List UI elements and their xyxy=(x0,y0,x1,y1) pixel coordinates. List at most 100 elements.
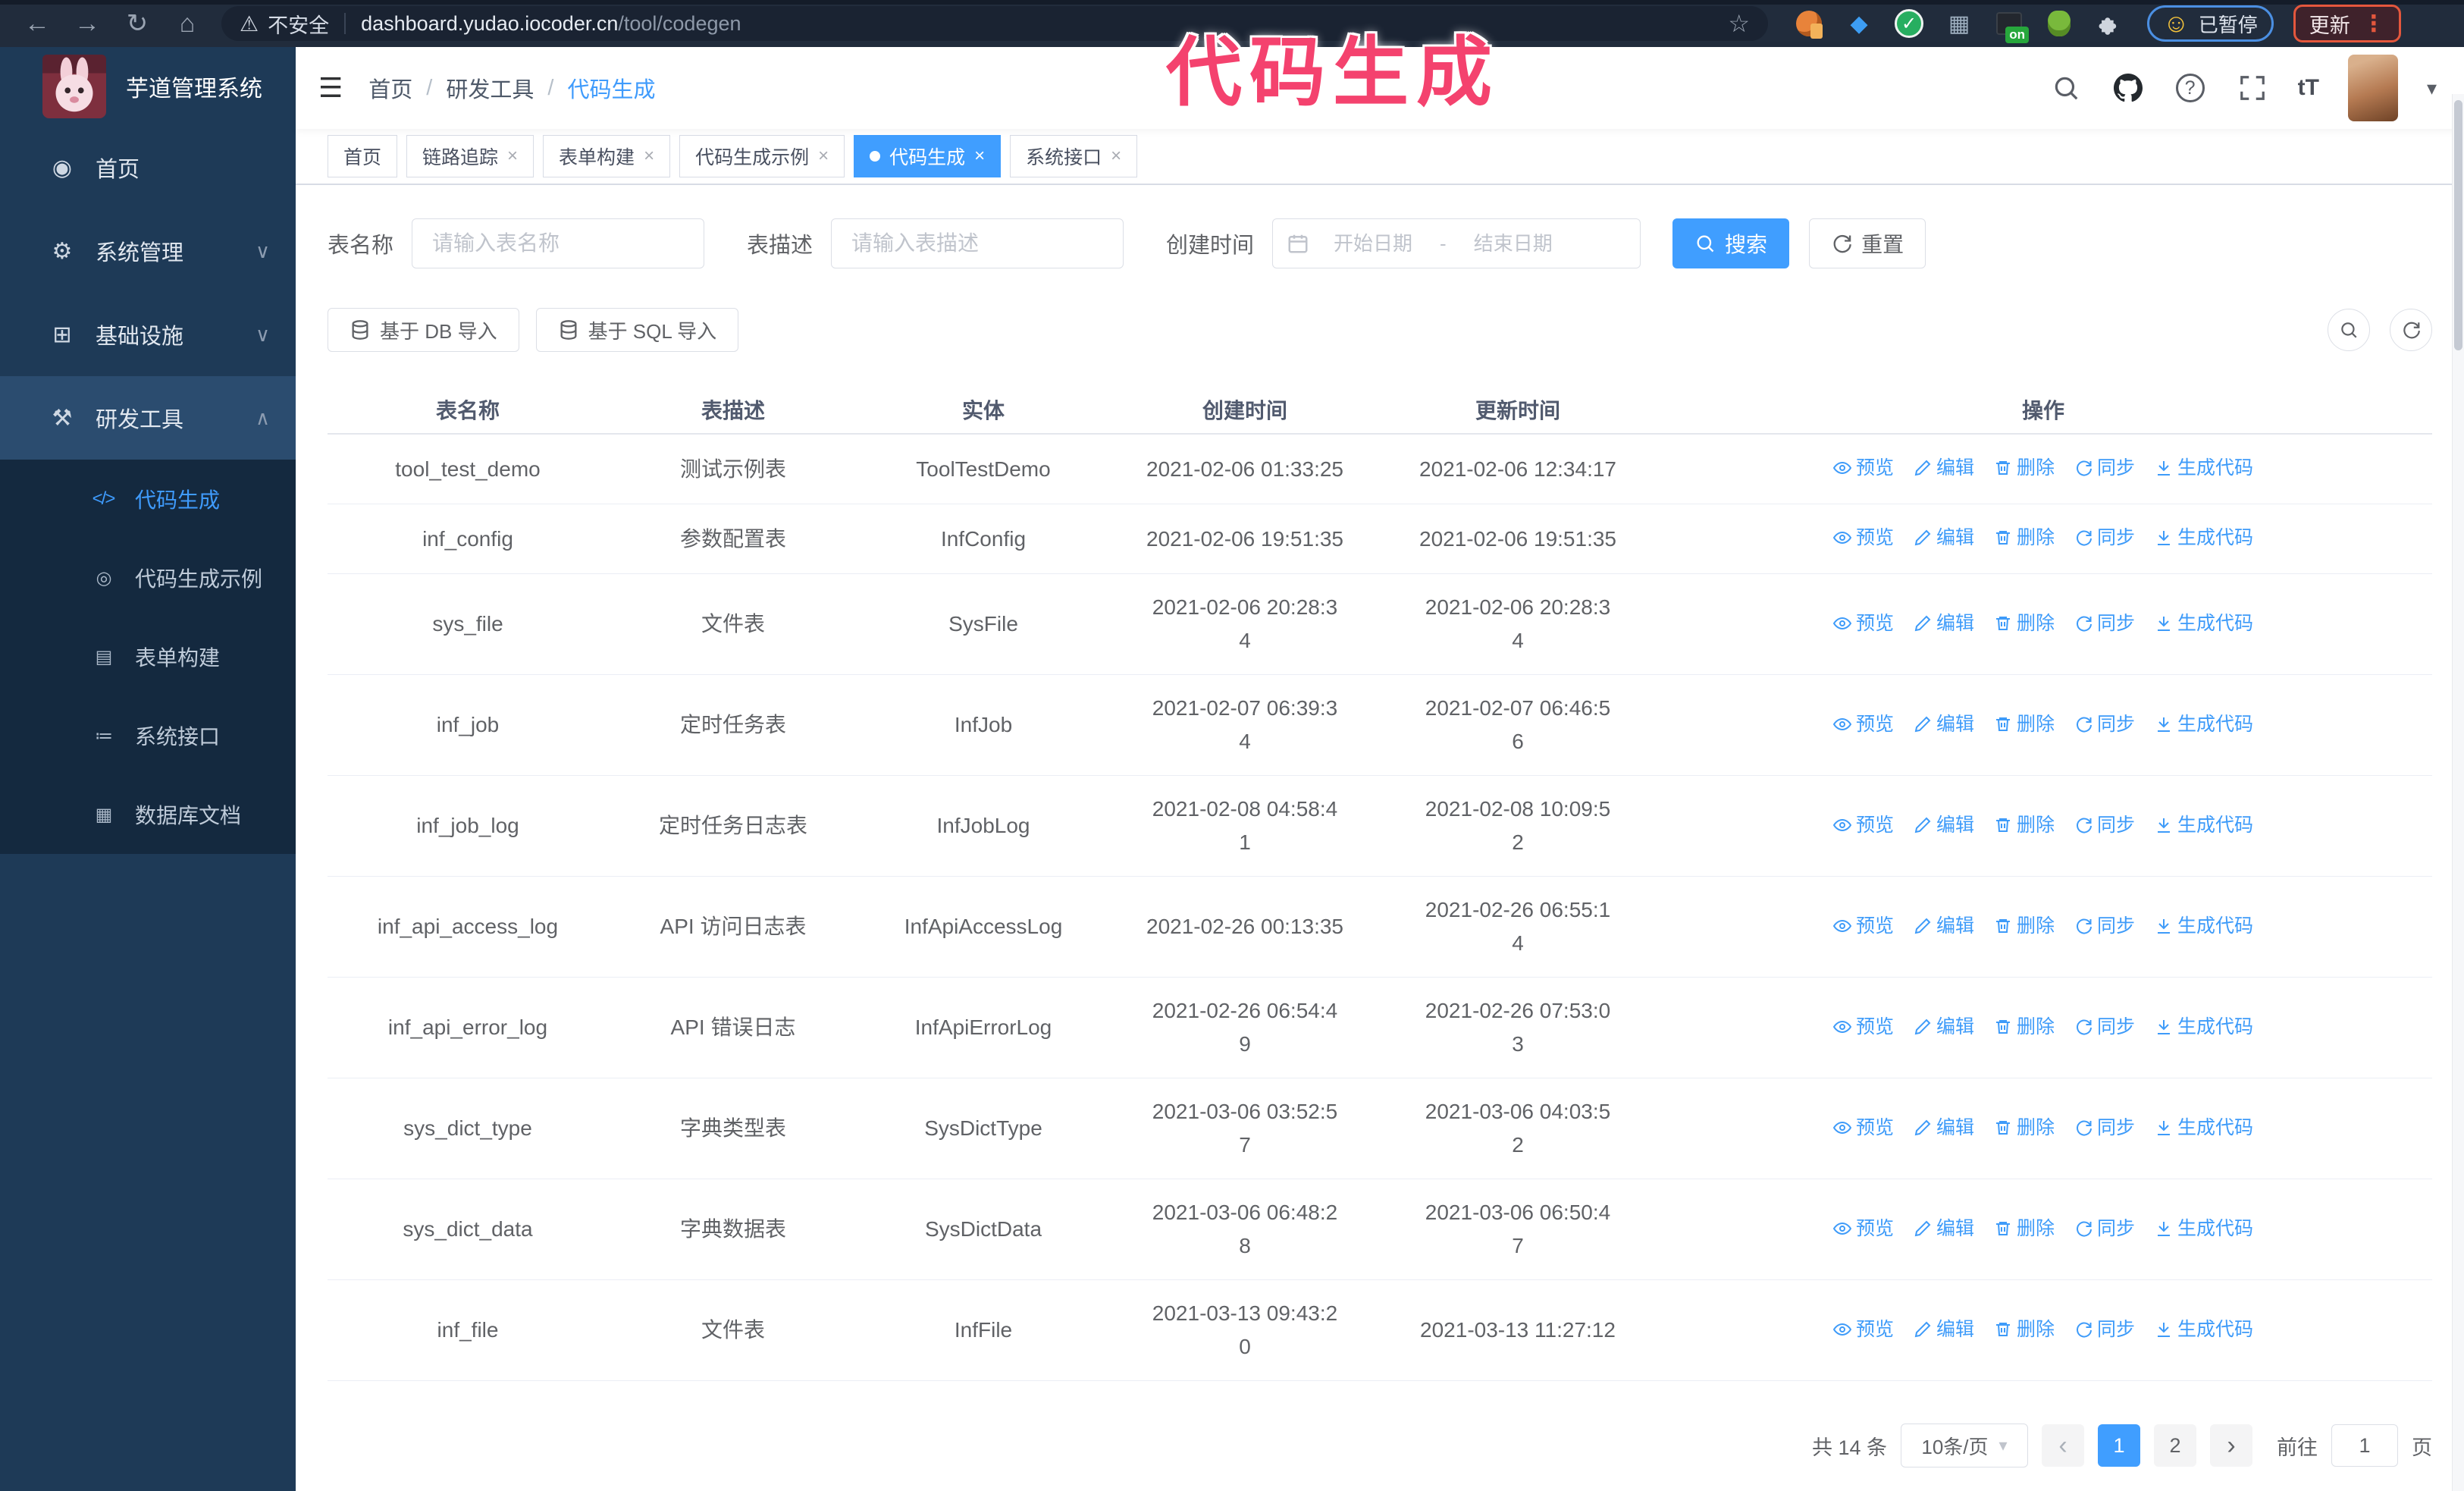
tab-close-icon[interactable]: × xyxy=(818,146,829,167)
sidebar-subitem-代码生成示例[interactable]: ◎ 代码生成示例 xyxy=(0,538,296,617)
hamburger-icon[interactable]: ☰ xyxy=(318,72,343,104)
tab-首页[interactable]: 首页 xyxy=(328,135,398,177)
生成代码-link[interactable]: 生成代码 xyxy=(2155,808,2253,842)
start-date-input[interactable] xyxy=(1309,231,1437,256)
search-icon[interactable] xyxy=(2049,71,2083,105)
toggle-search-button[interactable] xyxy=(2328,309,2370,351)
extension-icon-green-check[interactable]: ✓ xyxy=(1894,8,1924,39)
tab-close-icon[interactable]: × xyxy=(644,146,654,167)
table-name-input[interactable] xyxy=(412,218,705,268)
sidebar-subitem-表单构建[interactable]: ▤ 表单构建 xyxy=(0,617,296,696)
search-button[interactable]: 搜索 xyxy=(1672,218,1790,268)
编辑-link[interactable]: 编辑 xyxy=(1914,808,1974,842)
预览-link[interactable]: 预览 xyxy=(1832,521,1894,554)
删除-link[interactable]: 删除 xyxy=(1994,607,2055,640)
tab-系统接口[interactable]: 系统接口 × xyxy=(1010,135,1138,177)
编辑-link[interactable]: 编辑 xyxy=(1914,1010,1974,1044)
extension-icon-orange[interactable] xyxy=(1794,8,1824,39)
编辑-link[interactable]: 编辑 xyxy=(1914,451,1974,485)
forward-icon[interactable]: → xyxy=(62,9,112,39)
page-size-select[interactable]: 10条/页 ▾ xyxy=(1901,1424,2028,1467)
back-icon[interactable]: ← xyxy=(12,9,62,39)
编辑-link[interactable]: 编辑 xyxy=(1914,1313,1974,1346)
scrollbar-thumb[interactable] xyxy=(2454,100,2462,350)
page-button-2[interactable]: 2 xyxy=(2154,1424,2196,1467)
删除-link[interactable]: 删除 xyxy=(1994,1010,2055,1044)
browser-menu-icon[interactable]: ⋮ xyxy=(2362,11,2385,37)
预览-link[interactable]: 预览 xyxy=(1832,1010,1894,1044)
删除-link[interactable]: 删除 xyxy=(1994,909,2055,943)
预览-link[interactable]: 预览 xyxy=(1832,808,1894,842)
生成代码-link[interactable]: 生成代码 xyxy=(2155,1313,2253,1346)
prev-page-button[interactable]: ‹ xyxy=(2042,1424,2084,1467)
refresh-table-button[interactable] xyxy=(2390,309,2432,351)
删除-link[interactable]: 删除 xyxy=(1994,1212,2055,1245)
编辑-link[interactable]: 编辑 xyxy=(1914,521,1974,554)
删除-link[interactable]: 删除 xyxy=(1994,708,2055,741)
profile-paused-badge[interactable]: ☺ 已暂停 xyxy=(2147,5,2274,42)
avatar-caret-icon[interactable]: ▾ xyxy=(2427,77,2437,100)
address-bar[interactable]: ⚠ 不安全 dashboard.yudao.iocoder.cn /tool/c… xyxy=(221,6,1768,41)
编辑-link[interactable]: 编辑 xyxy=(1914,708,1974,741)
编辑-link[interactable]: 编辑 xyxy=(1914,1111,1974,1144)
sidebar-subitem-代码生成[interactable]: </> 代码生成 xyxy=(0,460,296,538)
同步-link[interactable]: 同步 xyxy=(2074,708,2135,741)
reset-button[interactable]: 重置 xyxy=(1809,218,1926,268)
breadcrumb-item[interactable]: 首页 xyxy=(368,72,412,104)
编辑-link[interactable]: 编辑 xyxy=(1914,909,1974,943)
tab-表单构建[interactable]: 表单构建 × xyxy=(543,135,671,177)
删除-link[interactable]: 删除 xyxy=(1994,451,2055,485)
sidebar-item-基础设施[interactable]: ⊞ 基础设施 ∨ xyxy=(0,293,296,376)
sidebar-subitem-数据库文档[interactable]: ▦ 数据库文档 xyxy=(0,775,296,854)
font-size-icon[interactable]: tT xyxy=(2298,75,2319,101)
page-scrollbar[interactable] xyxy=(2452,94,2464,1491)
生成代码-link[interactable]: 生成代码 xyxy=(2155,909,2253,943)
生成代码-link[interactable]: 生成代码 xyxy=(2155,451,2253,485)
fullscreen-icon[interactable] xyxy=(2236,71,2269,105)
extensions-puzzle-icon[interactable] xyxy=(2094,8,2124,39)
同步-link[interactable]: 同步 xyxy=(2074,1010,2135,1044)
同步-link[interactable]: 同步 xyxy=(2074,808,2135,842)
tab-close-icon[interactable]: × xyxy=(1111,146,1121,167)
删除-link[interactable]: 删除 xyxy=(1994,1111,2055,1144)
生成代码-link[interactable]: 生成代码 xyxy=(2155,708,2253,741)
同步-link[interactable]: 同步 xyxy=(2074,451,2135,485)
browser-update-button[interactable]: 更新 ⋮ xyxy=(2293,5,2401,42)
编辑-link[interactable]: 编辑 xyxy=(1914,607,1974,640)
page-button-1[interactable]: 1 xyxy=(2098,1424,2140,1467)
同步-link[interactable]: 同步 xyxy=(2074,607,2135,640)
import-db-button[interactable]: 基于 DB 导入 xyxy=(328,308,519,352)
table-desc-input[interactable] xyxy=(831,218,1124,268)
预览-link[interactable]: 预览 xyxy=(1832,1111,1894,1144)
同步-link[interactable]: 同步 xyxy=(2074,1313,2135,1346)
next-page-button[interactable]: › xyxy=(2210,1424,2252,1467)
tab-close-icon[interactable]: × xyxy=(507,146,518,167)
import-sql-button[interactable]: 基于 SQL 导入 xyxy=(535,308,739,352)
预览-link[interactable]: 预览 xyxy=(1832,1212,1894,1245)
reload-icon[interactable]: ↻ xyxy=(112,8,162,39)
github-icon[interactable] xyxy=(2111,71,2145,105)
home-icon[interactable]: ⌂ xyxy=(162,9,212,39)
extension-icon-gem[interactable]: ◆ xyxy=(1844,8,1874,39)
生成代码-link[interactable]: 生成代码 xyxy=(2155,1212,2253,1245)
预览-link[interactable]: 预览 xyxy=(1832,607,1894,640)
同步-link[interactable]: 同步 xyxy=(2074,1212,2135,1245)
tab-代码生成[interactable]: 代码生成 × xyxy=(854,135,1002,177)
extension-icon-on[interactable]: on xyxy=(1994,8,2029,43)
url-path[interactable]: /tool/codegen xyxy=(618,12,741,36)
预览-link[interactable]: 预览 xyxy=(1832,451,1894,485)
date-range-picker[interactable]: - xyxy=(1272,218,1641,268)
sidebar-item-系统管理[interactable]: ⚙ 系统管理 ∨ xyxy=(0,209,296,293)
bookmark-star-icon[interactable]: ☆ xyxy=(1728,9,1750,38)
sidebar-item-研发工具[interactable]: ⚒ 研发工具 ∧ xyxy=(0,376,296,460)
同步-link[interactable]: 同步 xyxy=(2074,1111,2135,1144)
url-host[interactable]: dashboard.yudao.iocoder.cn xyxy=(361,12,618,36)
删除-link[interactable]: 删除 xyxy=(1994,1313,2055,1346)
extension-icon-alien[interactable] xyxy=(2044,8,2074,39)
sidebar-item-首页[interactable]: ◉ 首页 xyxy=(0,126,296,209)
tab-代码生成示例[interactable]: 代码生成示例 × xyxy=(679,135,845,177)
help-icon[interactable]: ? xyxy=(2174,71,2207,105)
预览-link[interactable]: 预览 xyxy=(1832,909,1894,943)
同步-link[interactable]: 同步 xyxy=(2074,521,2135,554)
生成代码-link[interactable]: 生成代码 xyxy=(2155,607,2253,640)
